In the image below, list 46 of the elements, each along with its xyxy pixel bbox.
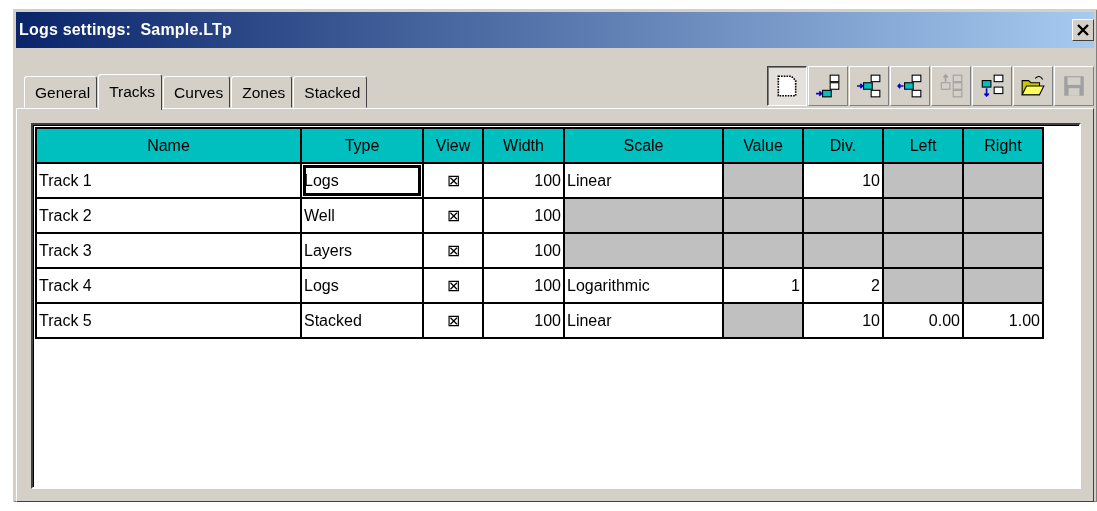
- column-header[interactable]: Value: [723, 128, 803, 163]
- close-icon: [1076, 23, 1090, 37]
- table-cell: 1.00: [963, 303, 1043, 338]
- column-header[interactable]: Scale: [564, 128, 723, 163]
- column-header[interactable]: Div.: [803, 128, 883, 163]
- column-header[interactable]: Name: [36, 128, 301, 163]
- table-cell: Well: [301, 198, 423, 233]
- table-cell: 0.00: [883, 303, 963, 338]
- move-up-icon: [938, 73, 964, 99]
- table-cell: Track 5: [36, 303, 301, 338]
- table-cell: Track 2: [36, 198, 301, 233]
- table-cell: 100: [483, 268, 564, 303]
- window-title: Logs settings: Sample.LTp: [19, 20, 232, 40]
- table-cell: Track 4: [36, 268, 301, 303]
- move-down-icon: [979, 73, 1005, 99]
- checkbox-cell[interactable]: ⊠: [423, 198, 483, 233]
- table-cell: Logarithmic: [564, 268, 723, 303]
- table-cell: 10: [803, 303, 883, 338]
- column-header[interactable]: Width: [483, 128, 564, 163]
- table-cell: Stacked: [301, 303, 423, 338]
- table-cell: Track 3: [36, 233, 301, 268]
- column-header[interactable]: Left: [883, 128, 963, 163]
- tab[interactable]: Zones: [231, 76, 293, 108]
- tree-append-icon: [815, 73, 841, 99]
- floppy-icon: [1061, 73, 1087, 99]
- tab[interactable]: General: [24, 76, 98, 108]
- table-cell: Logs: [301, 268, 423, 303]
- table-cell: Track 1: [36, 163, 301, 198]
- tree-insert-icon: [856, 73, 882, 99]
- tab[interactable]: Tracks: [98, 74, 163, 110]
- column-header[interactable]: Right: [963, 128, 1043, 163]
- checkbox-cell[interactable]: ⊠: [423, 268, 483, 303]
- checkbox-cell[interactable]: ⊠: [423, 233, 483, 268]
- toolbar-button[interactable]: [767, 66, 807, 106]
- column-header[interactable]: Type: [301, 128, 423, 163]
- table-cell: Linear: [564, 303, 723, 338]
- tab[interactable]: Curves: [163, 76, 231, 108]
- tree-remove-icon: [897, 73, 923, 99]
- column-header[interactable]: View: [423, 128, 483, 163]
- table-cell: 100: [483, 303, 564, 338]
- table-cell: 100: [483, 163, 564, 198]
- checkbox-cell[interactable]: ⊠: [423, 303, 483, 338]
- table-cell: Layers: [301, 233, 423, 268]
- close-button[interactable]: [1072, 19, 1094, 41]
- checkbox-cell[interactable]: ⊠: [423, 163, 483, 198]
- tab[interactable]: Stacked: [293, 76, 368, 108]
